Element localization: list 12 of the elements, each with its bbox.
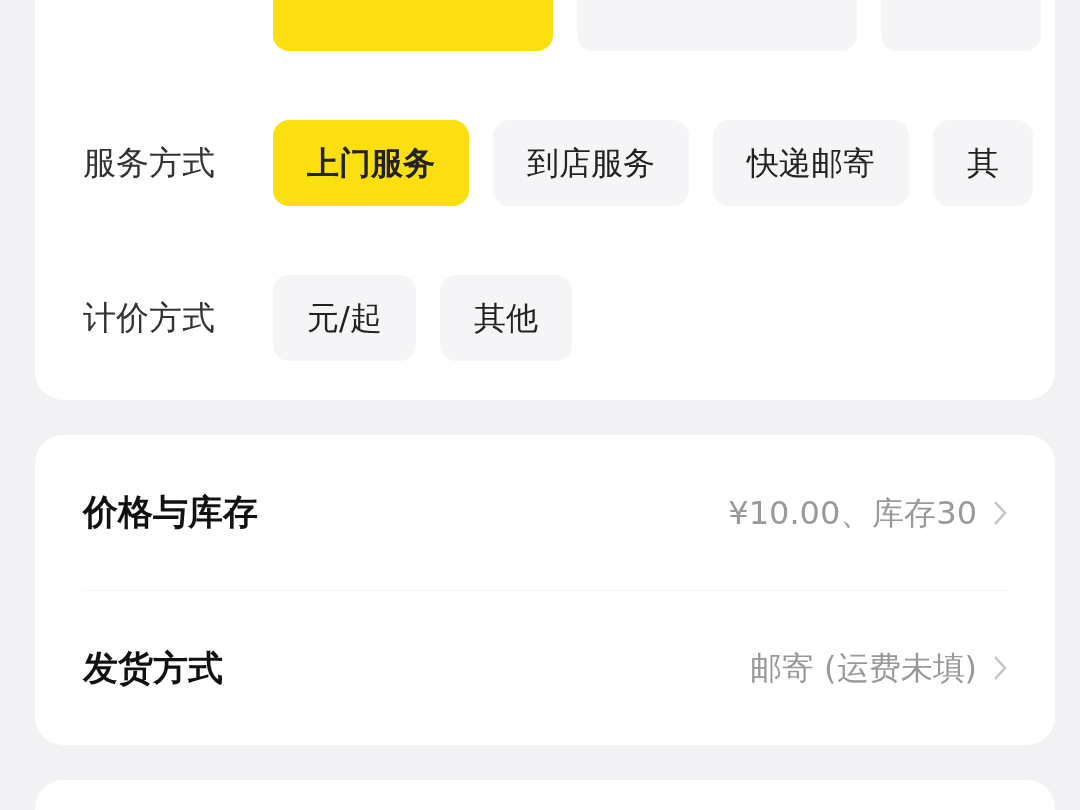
setting-title: 价格与库存 [83,491,258,535]
setting-title: 发货方式 [83,646,223,690]
option-chip[interactable]: 到店服务 [493,119,689,206]
chevron-right-icon [993,655,1007,681]
option-chip[interactable]: 快递邮寄 [713,119,909,206]
row-label: 服务方式 [83,141,216,184]
option-chip[interactable]: 元/起 [273,274,416,361]
option-chip[interactable]: 上门服务 [273,119,469,206]
chevron-right-icon [993,499,1007,526]
row-label: 计价方式 [83,296,216,339]
option-chip[interactable]: 其他 [439,274,572,361]
option-chip[interactable]: 其 [933,119,1033,206]
